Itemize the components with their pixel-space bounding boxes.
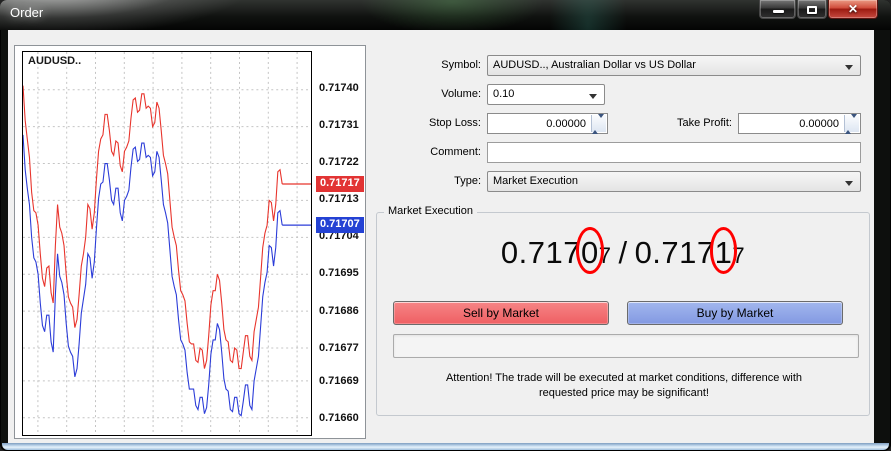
caption-buttons: ✕ [758,0,878,20]
close-icon: ✕ [829,2,877,16]
order-window: Order ✕ AUDUSD.. 0.71740 0.71731 0.71722 0.… [0,0,891,451]
take-profit-label: Take Profit: [620,113,732,134]
chart-symbol-label: AUDUSD.. [28,55,81,67]
spin-down-icon [851,114,857,130]
stop-loss-field[interactable]: 0.00000 [487,113,608,134]
price-scale-label: 0.71722 [319,156,359,170]
stop-loss-label: Stop Loss: [369,113,481,134]
price-scale-label: 0.71695 [319,267,359,281]
attention-text: Attention! The trade will be executed at… [391,371,857,401]
market-execution-group: Market Execution 0.71707/0.71717 Sell by… [376,212,870,416]
take-profit-value: 0.00000 [799,115,839,134]
sell-button[interactable]: Sell by Market [393,301,609,325]
bid-price-main: 0.717 [501,235,581,270]
ask-price-main: 0.717 [635,235,715,270]
symbol-label: Symbol: [369,55,481,76]
progress-bar [393,334,859,358]
stop-loss-spinner[interactable] [591,115,606,132]
stop-loss-value: 0.00000 [546,115,586,134]
comment-label: Comment: [369,142,481,163]
ask-price-badge: 0.71717 [316,176,364,192]
volume-value: 0.10 [493,88,514,100]
type-label: Type: [369,171,481,192]
price-scale-label: 0.71660 [319,412,359,426]
window-bottom-frame [2,443,889,450]
quote-separator: / [618,235,627,270]
minimize-button[interactable] [759,0,796,19]
quote-display: 0.71707/0.71717 [377,235,869,271]
price-scale-label: 0.71686 [319,305,359,319]
maximize-icon [807,6,817,14]
chevron-down-icon [589,94,597,99]
symbol-combobox[interactable]: AUDUSD.., Australian Dollar vs US Dollar [487,55,861,76]
order-type-value: Market Execution [493,175,578,187]
price-scale-label: 0.71669 [319,375,359,389]
symbol-value: AUDUSD.., Australian Dollar vs US Dollar [493,59,696,71]
chevron-down-icon [845,65,853,70]
price-scale-label: 0.71740 [319,82,359,96]
volume-combobox[interactable]: 0.10 [487,84,605,105]
minimize-icon [773,10,784,13]
titlebar[interactable]: Order ✕ [0,0,891,30]
order-type-combobox[interactable]: Market Execution [487,171,861,192]
price-scale-label: 0.71677 [319,342,359,356]
price-scale-label: 0.71713 [319,193,359,207]
tick-chart: AUDUSD.. [22,51,312,436]
take-profit-spinner[interactable] [844,115,859,132]
price-scale: 0.717400.717310.717220.717130.717040.716… [314,46,366,440]
spin-down-icon [598,114,604,130]
maximize-button[interactable] [797,0,827,19]
take-profit-field[interactable]: 0.00000 [738,113,861,134]
bid-digit-annotation: 0 [581,235,599,271]
group-title: Market Execution [384,205,477,217]
chart-panel: AUDUSD.. 0.717400.717310.717220.717130.7… [14,45,366,439]
tick-chart-plot [23,52,311,435]
comment-input[interactable] [487,142,861,163]
buy-button[interactable]: Buy by Market [627,301,843,325]
ask-digit-annotation: 1 [715,235,733,271]
window-title: Order [10,5,43,20]
volume-label: Volume: [369,84,481,105]
price-scale-label: 0.71731 [319,119,359,133]
chevron-down-icon [845,181,853,186]
close-button[interactable]: ✕ [828,0,878,19]
bid-price-badge: 0.71707 [316,217,364,233]
